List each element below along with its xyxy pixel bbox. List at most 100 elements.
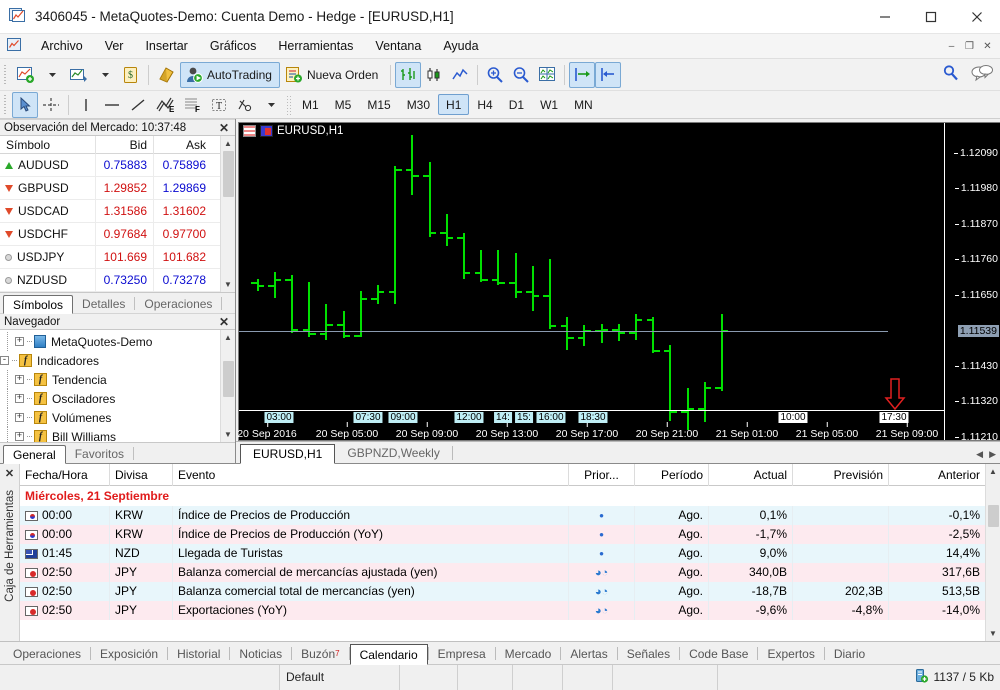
maximize-button[interactable] <box>908 0 954 34</box>
tree-expander[interactable]: + <box>15 394 24 403</box>
toolbox-tab-calendario[interactable]: Calendario <box>350 644 428 665</box>
toolbox-tab-buz-n[interactable]: Buzón7 <box>292 643 348 664</box>
col-periodo[interactable]: Período <box>635 464 709 486</box>
toolbox-tab-diario[interactable]: Diario <box>825 643 874 664</box>
menu-item-graficos[interactable]: Gráficos <box>199 34 268 59</box>
navigator-node[interactable]: +MetaQuotes-Demo <box>0 332 220 351</box>
toolbox-tab-expertos[interactable]: Expertos <box>758 643 823 664</box>
chart-window[interactable]: EURUSD,H1 1.120901.119801.118701.117601.… <box>238 122 1000 441</box>
tree-expander[interactable]: + <box>15 413 24 422</box>
nav-scroll-thumb[interactable] <box>223 361 234 397</box>
time-axis[interactable]: 20 Sep 201620 Sep 05:0020 Sep 09:0020 Se… <box>239 410 944 440</box>
auto-scroll-button[interactable] <box>595 62 621 88</box>
zoom-out-button[interactable] <box>508 62 534 88</box>
chart-tab-prev-icon[interactable]: ◀ <box>976 449 983 460</box>
market-watch-scrollbar[interactable]: ▲ ▼ <box>220 136 235 292</box>
timeframe-w1[interactable]: W1 <box>532 94 566 115</box>
tree-expander[interactable]: + <box>15 375 24 384</box>
tab-detalles[interactable]: Detalles <box>73 294 134 313</box>
chat-icon[interactable] <box>970 64 994 85</box>
col-actual[interactable]: Actual <box>709 464 793 486</box>
menu-item-ayuda[interactable]: Ayuda <box>432 34 489 59</box>
col-evento[interactable]: Evento <box>173 464 569 486</box>
col-symbol[interactable]: Símbolo <box>0 136 96 154</box>
timeframe-mn[interactable]: MN <box>566 94 601 115</box>
navigator-node[interactable]: +fTendencia <box>0 370 220 389</box>
chart-plot-area[interactable] <box>239 123 944 440</box>
toolbox-tab-se-ales[interactable]: Señales <box>618 643 679 664</box>
timeframe-m15[interactable]: M15 <box>359 94 398 115</box>
zoom-in-button[interactable] <box>482 62 508 88</box>
market-watch-row[interactable]: AUDUSD0.758830.75896 <box>0 154 220 177</box>
calendar-scrollbar[interactable]: ▲ ▼ <box>985 464 1000 641</box>
toolbar-grip[interactable] <box>2 65 9 85</box>
tree-expander[interactable]: - <box>0 356 9 365</box>
candlestick-chart-button[interactable] <box>421 62 447 88</box>
nav-scroll-up-icon[interactable]: ▲ <box>221 330 236 345</box>
nav-scroll-down-icon[interactable]: ▼ <box>221 427 236 442</box>
shapes-icon[interactable] <box>232 92 258 118</box>
scroll-down-icon[interactable]: ▼ <box>221 277 236 292</box>
tree-expander[interactable]: + <box>15 337 24 346</box>
cal-scroll-up-icon[interactable]: ▲ <box>986 464 1000 479</box>
chart-profiles-button[interactable] <box>65 62 92 88</box>
line-chart-button[interactable] <box>447 62 473 88</box>
menu-item-insertar[interactable]: Insertar <box>134 34 198 59</box>
new-chart-button[interactable] <box>12 62 39 88</box>
market-watch-row[interactable]: GBPUSD1.298521.29869 <box>0 177 220 200</box>
timeframe-m1[interactable]: M1 <box>294 94 327 115</box>
toolbox-close-icon[interactable]: ✕ <box>5 467 14 480</box>
new-chart-dropdown[interactable] <box>39 62 65 88</box>
tree-expander[interactable]: + <box>15 432 24 441</box>
tab-operaciones[interactable]: Operaciones <box>135 294 221 313</box>
chart-tab-next-icon[interactable]: ▶ <box>989 449 996 460</box>
mdi-restore-button[interactable]: ❐ <box>961 38 978 55</box>
price-axis[interactable]: 1.120901.119801.118701.117601.116501.114… <box>944 123 1000 440</box>
vertical-line-icon[interactable] <box>73 92 99 118</box>
tile-windows-button[interactable] <box>534 62 560 88</box>
timeframe-m30[interactable]: M30 <box>399 94 438 115</box>
col-bid[interactable]: Bid <box>96 136 154 154</box>
bar-chart-button[interactable] <box>395 62 421 88</box>
tab-favoritos[interactable]: Favoritos <box>66 444 133 463</box>
col-prevision[interactable]: Previsión <box>793 464 889 486</box>
minimize-button[interactable] <box>862 0 908 34</box>
cal-scroll-down-icon[interactable]: ▼ <box>986 626 1000 641</box>
new-order-button[interactable]: Nueva Orden <box>280 62 386 88</box>
market-watch-row[interactable]: NZDUSD0.732500.73278 <box>0 269 220 292</box>
toolbox-tab-mercado[interactable]: Mercado <box>496 643 561 664</box>
tab-simbolos[interactable]: Símbolos <box>3 295 73 314</box>
navigator-node[interactable]: +fBill Williams <box>0 427 220 442</box>
mdi-close-button[interactable]: ✕ <box>979 38 996 55</box>
tab-general[interactable]: General <box>3 445 66 464</box>
chart-tab-gbpnzd-weekly[interactable]: GBPNZD,Weekly <box>335 443 451 463</box>
toolbox-tab-code-base[interactable]: Code Base <box>680 643 757 664</box>
menu-item-ver[interactable]: Ver <box>94 34 135 59</box>
market-watch-close-icon[interactable]: ✕ <box>219 121 229 135</box>
text-icon[interactable]: T <box>206 92 232 118</box>
navigator-close-icon[interactable]: ✕ <box>219 315 229 329</box>
shift-end-button[interactable] <box>569 62 595 88</box>
toolbox-tab-alertas[interactable]: Alertas <box>561 643 616 664</box>
trendline-icon[interactable] <box>125 92 151 118</box>
calendar-row[interactable]: 00:00KRWÍndice de Precios de Producción•… <box>20 506 985 525</box>
market-watch-row[interactable]: USDCHF0.976840.97700 <box>0 223 220 246</box>
scroll-thumb[interactable] <box>223 151 234 197</box>
mdi-minimize-button[interactable]: – <box>943 38 960 55</box>
navigator-node[interactable]: +fOsciladores <box>0 389 220 408</box>
timeframe-m5[interactable]: M5 <box>327 94 360 115</box>
toolbox-tab-noticias[interactable]: Noticias <box>230 643 291 664</box>
calendar-row[interactable]: 00:00KRWÍndice de Precios de Producción … <box>20 525 985 544</box>
horizontal-line-icon[interactable] <box>99 92 125 118</box>
fibonacci-icon[interactable]: F <box>179 92 206 118</box>
col-divisa[interactable]: Divisa <box>110 464 173 486</box>
navigator-button[interactable] <box>153 62 180 88</box>
navigator-node[interactable]: -fIndicadores <box>0 351 220 370</box>
calendar-row[interactable]: 02:50JPYBalanza comercial total de merca… <box>20 582 985 601</box>
timeframe-d1[interactable]: D1 <box>501 94 532 115</box>
status-profile[interactable]: Default <box>280 665 400 690</box>
timeframe-h4[interactable]: H4 <box>469 94 500 115</box>
col-prioridad[interactable]: Prior... <box>569 464 635 486</box>
sell-arrow-icon[interactable] <box>884 378 906 413</box>
chart-profiles-dropdown[interactable] <box>92 62 118 88</box>
